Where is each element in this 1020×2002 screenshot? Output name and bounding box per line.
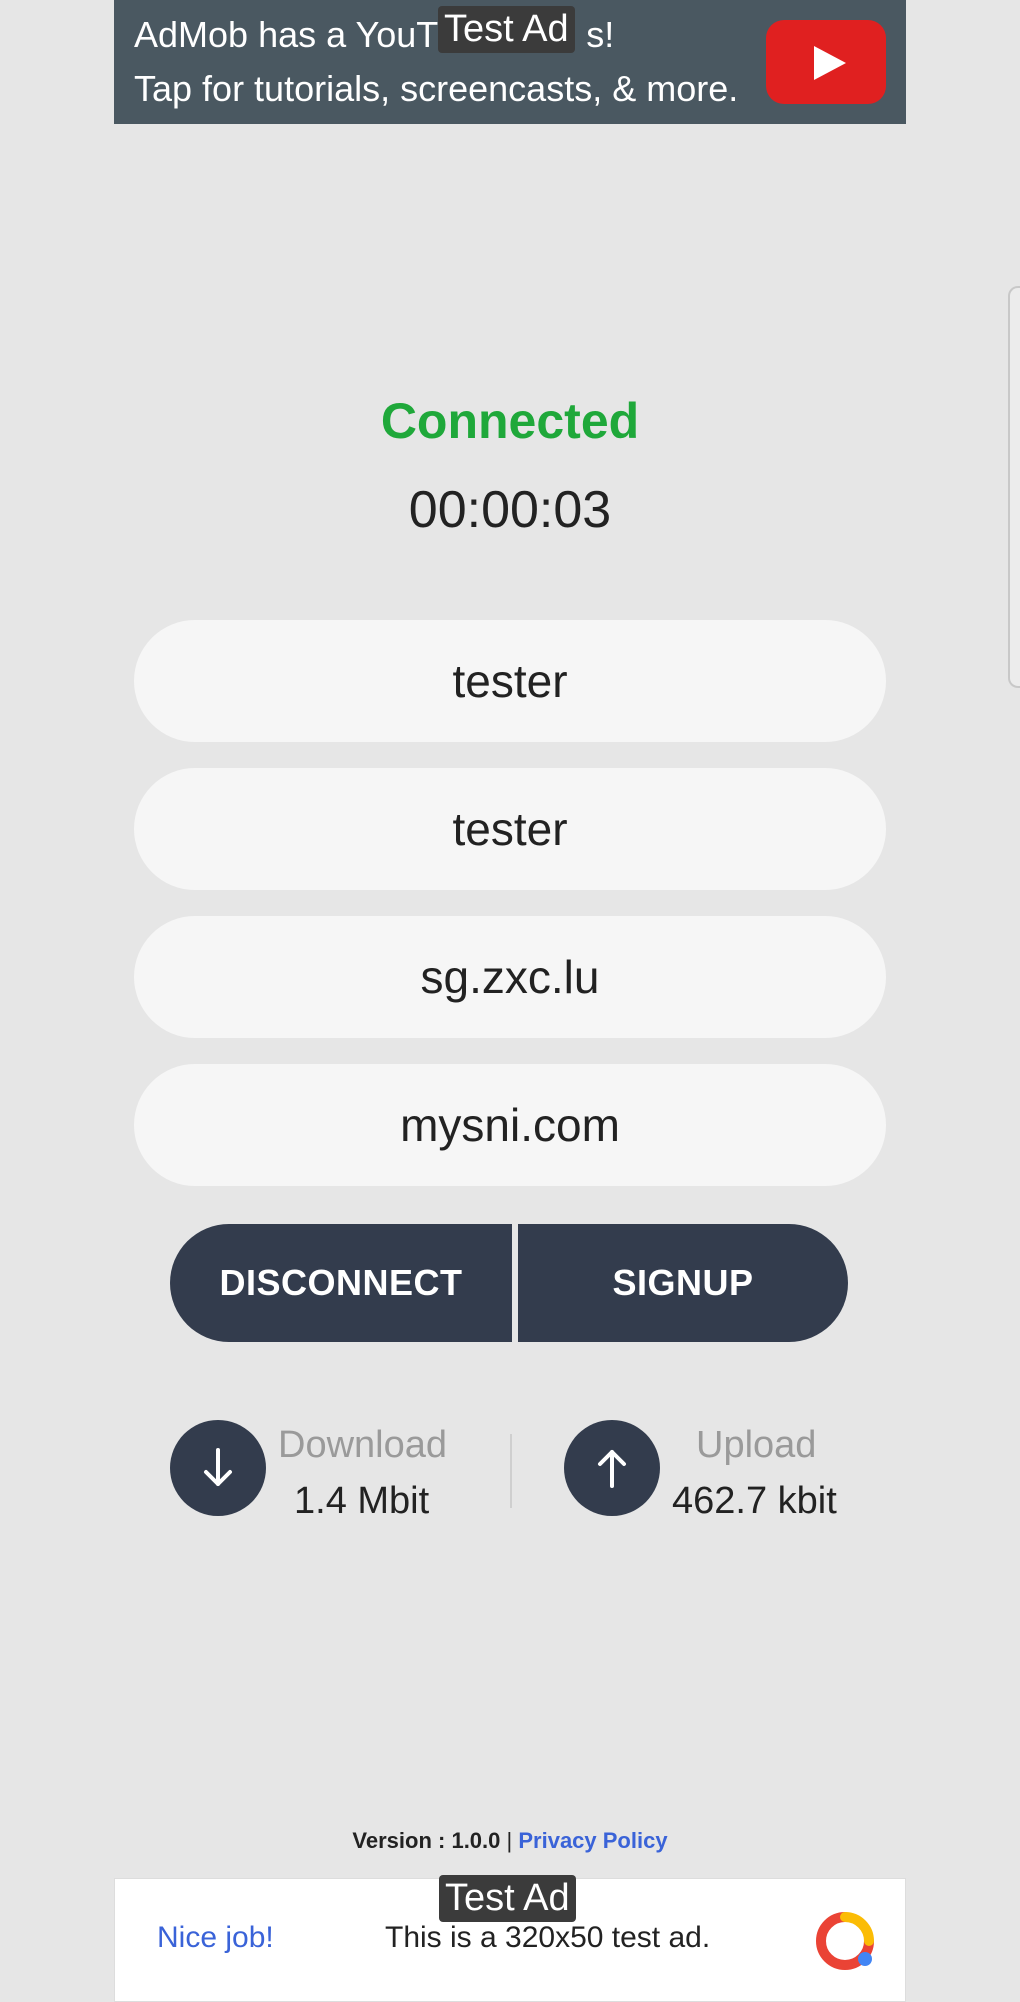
top-ad-banner[interactable]: AdMob has a YouT s! Tap for tutorials, sc…: [114, 0, 906, 124]
ad-message: This is a 320x50 test ad.: [385, 1921, 711, 1954]
version-text: Version : 1.0.0: [352, 1828, 501, 1853]
password-field[interactable]: tester: [134, 768, 886, 890]
stats-divider: [510, 1434, 512, 1508]
upload-label: Upload: [696, 1424, 817, 1466]
upload-value: 462.7 kbit: [672, 1480, 837, 1522]
bottom-ad-banner[interactable]: Nice job! This is a 320x50 test ad. Test…: [114, 1875, 906, 2002]
disconnect-button[interactable]: DISCONNECT: [170, 1224, 512, 1342]
youtube-play-icon[interactable]: [766, 20, 886, 104]
download-label: Download: [278, 1424, 447, 1466]
admob-logo-icon: [816, 1912, 874, 1970]
connection-status: Connected: [380, 393, 640, 449]
sni-field[interactable]: mysni.com: [134, 1064, 886, 1186]
test-ad-tag: Test Ad: [438, 6, 575, 53]
download-value: 1.4 Mbit: [294, 1480, 430, 1522]
signup-button[interactable]: SIGNUP: [518, 1224, 848, 1342]
ad-nice-text: Nice job!: [157, 1921, 274, 1954]
ad-subtext: Tap for tutorials, screencasts, & more.: [134, 68, 739, 109]
test-ad-tag-bottom: Test Ad: [439, 1875, 576, 1922]
username-field[interactable]: tester: [134, 620, 886, 742]
app-screen: AdMob has a YouT s! Tap for tutorials, sc…: [0, 0, 1020, 2002]
privacy-policy-link[interactable]: Privacy Policy: [518, 1828, 667, 1853]
connection-timer: 00:00:03: [408, 481, 612, 539]
footer-separator: |: [506, 1828, 513, 1853]
download-arrow-icon: [170, 1420, 266, 1516]
server-field[interactable]: sg.zxc.lu: [134, 916, 886, 1038]
upload-arrow-icon: [564, 1420, 660, 1516]
footer: Version : 1.0.0 | Privacy Policy: [0, 1828, 1020, 1854]
